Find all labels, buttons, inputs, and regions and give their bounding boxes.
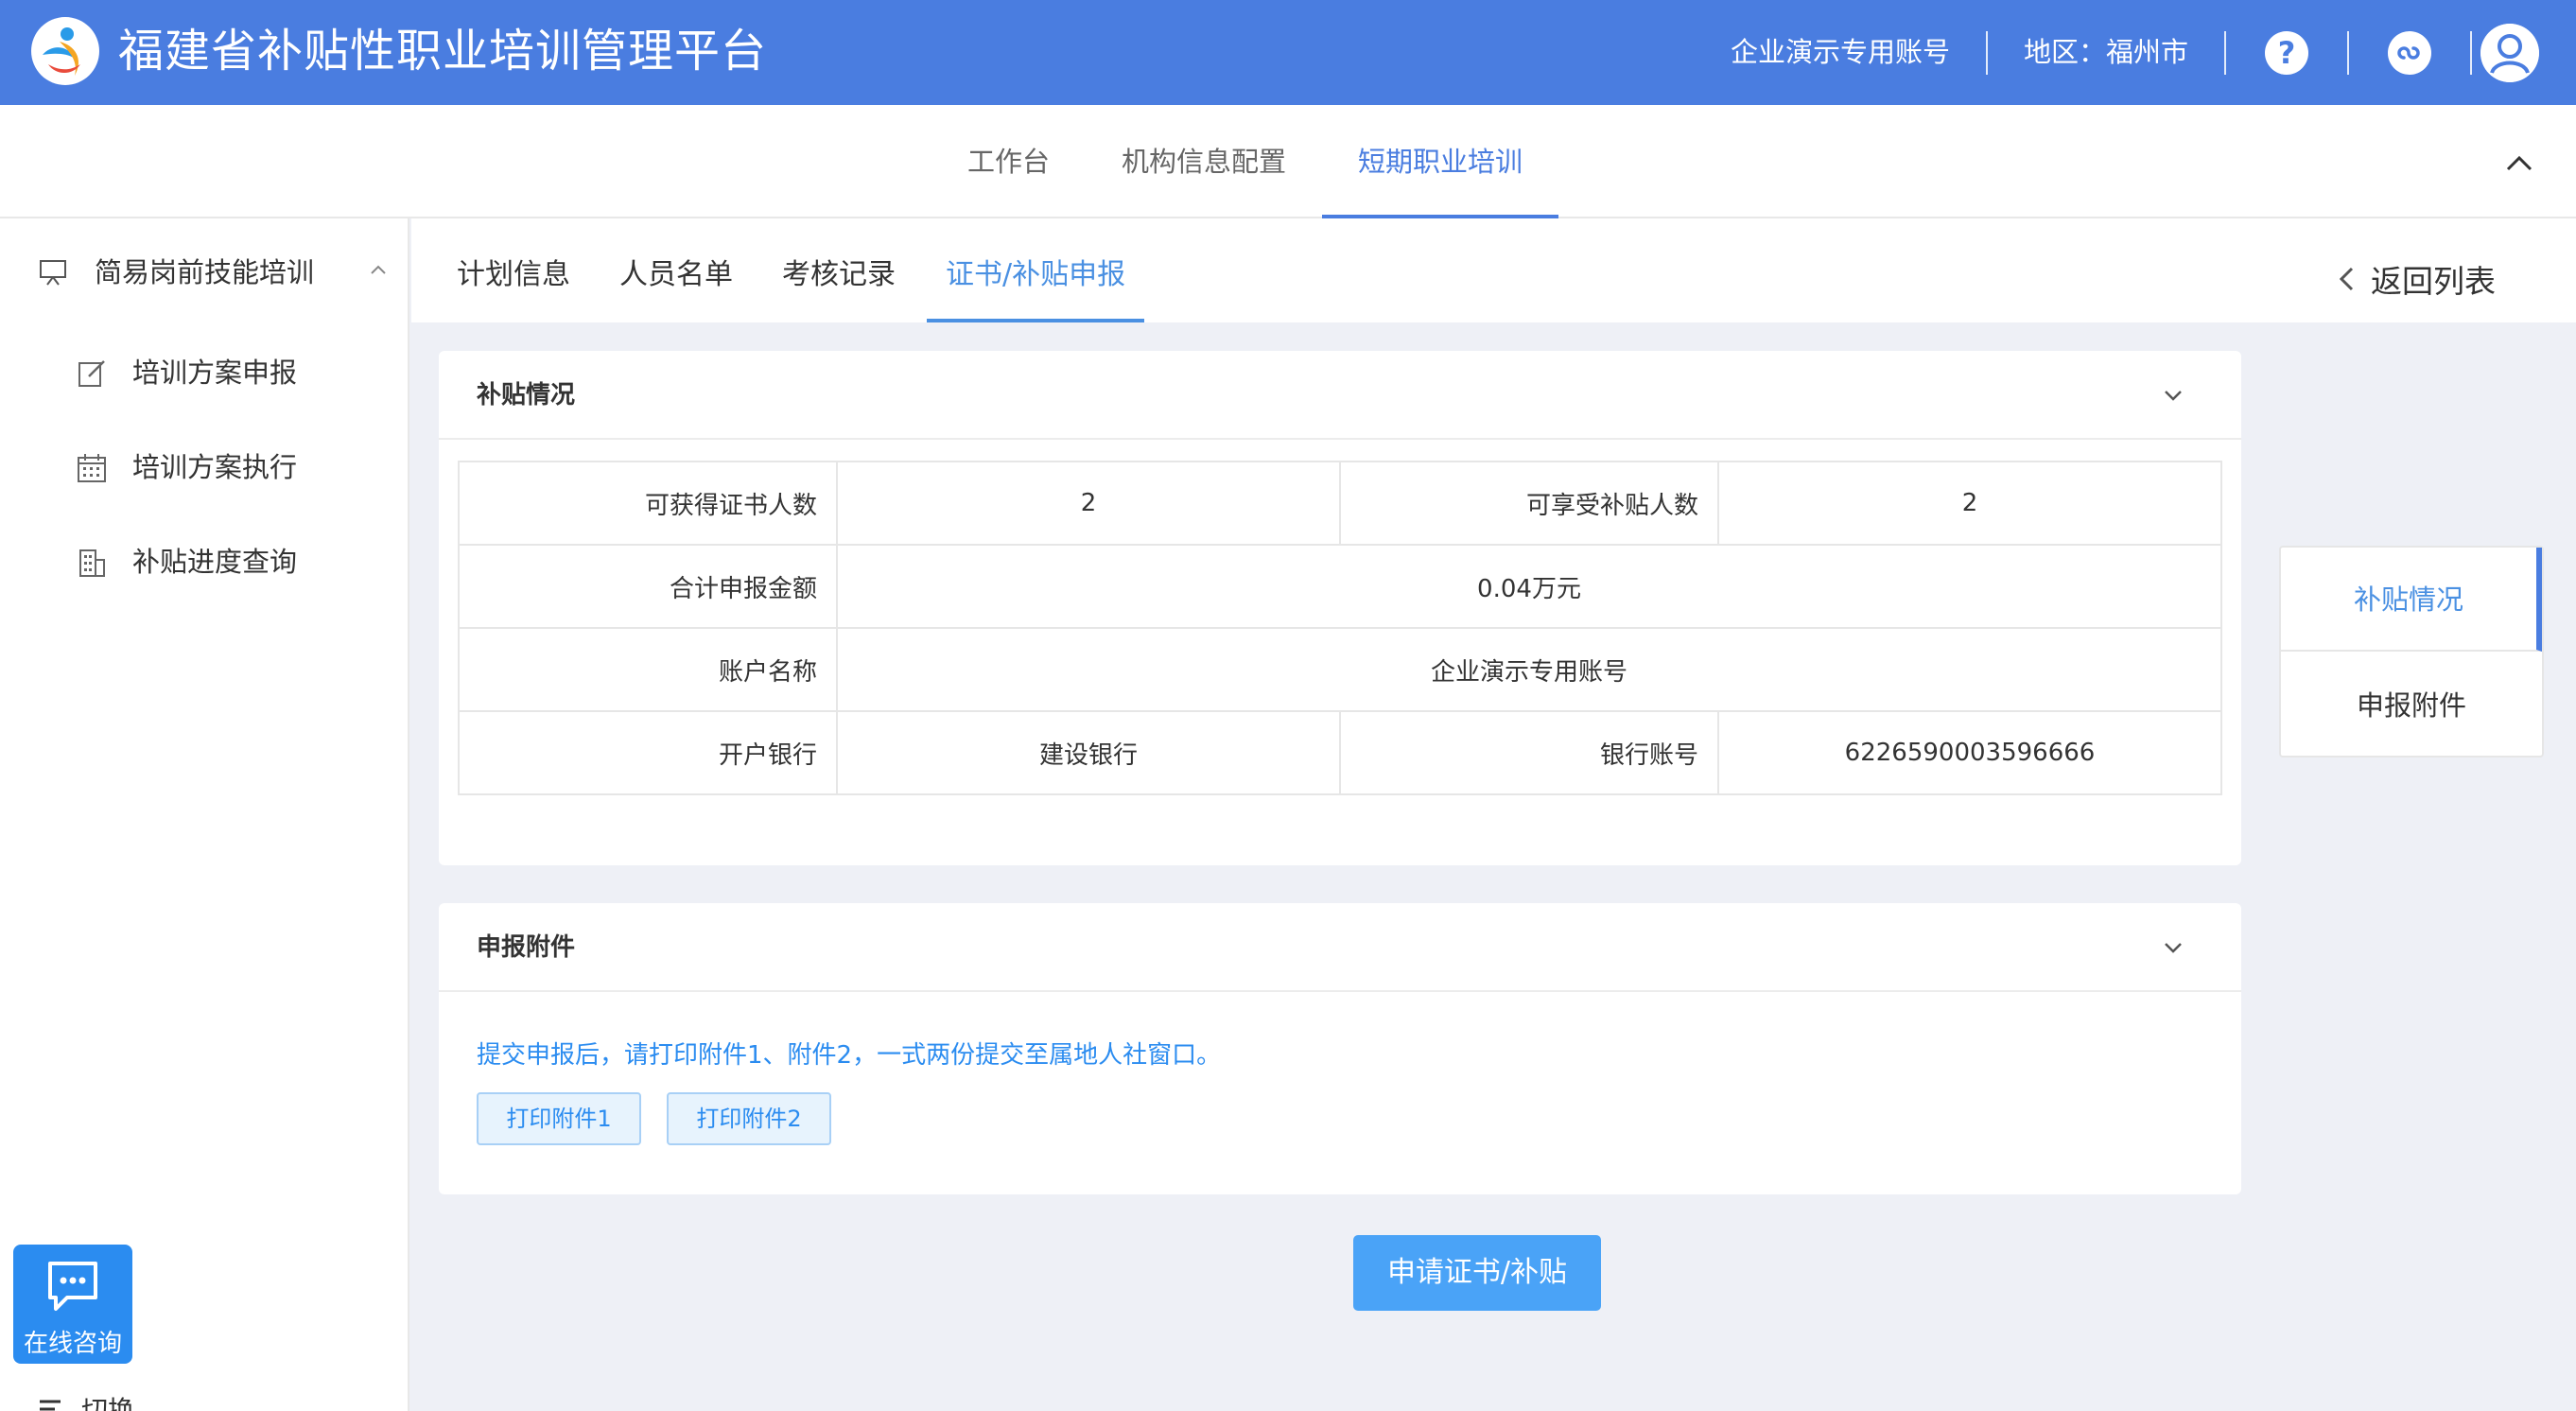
sidebar-item-plan-execute[interactable]: 培训方案执行 (0, 439, 409, 496)
account-name-label: 账户名称 (458, 627, 838, 712)
total-amount-value: 0.04万元 (836, 544, 2222, 629)
chat-bubble-icon (48, 1262, 97, 1311)
switch-button[interactable]: 切换 (38, 1390, 134, 1411)
question-icon: ? (2265, 30, 2308, 75)
anchor-nav: 补贴情况 申报附件 (2279, 546, 2544, 758)
sidebar-item-label: 培训方案执行 (132, 451, 298, 483)
menu-icon (40, 1400, 61, 1411)
bank-account-label: 银行账号 (1339, 710, 1719, 795)
sidebar-group-simple-training[interactable]: 简易岗前技能培训 (0, 243, 409, 298)
subsidy-count-value: 2 (1717, 461, 2222, 546)
print-attachment-2-button[interactable]: 打印附件2 (667, 1092, 831, 1145)
user-menu[interactable] (2472, 0, 2576, 105)
bank-label: 开户银行 (458, 710, 838, 795)
tab-personnel-list[interactable]: 人员名单 (619, 218, 733, 322)
chevron-up-icon (371, 265, 386, 274)
cert-count-value: 2 (836, 461, 1341, 546)
sidebar-group-label: 简易岗前技能培训 (95, 256, 315, 288)
print-attachment-1-button[interactable]: 打印附件1 (477, 1092, 641, 1145)
account-name-value: 企业演示专用账号 (836, 627, 2222, 712)
online-consult-button[interactable]: 在线咨询 (13, 1245, 132, 1364)
online-consult-label: 在线咨询 (23, 1330, 122, 1358)
edit-icon (78, 360, 105, 387)
subsidy-card: 补贴情况 可获得证书人数 2 可享受补贴人数 2 合计申报金额 0.04万元 账… (439, 351, 2241, 865)
calendar-icon (78, 454, 106, 482)
subsidy-card-header[interactable]: 补贴情况 (439, 351, 2241, 440)
main-nav-tabs: 工作台 机构信息配置 短期职业培训 (931, 105, 1559, 218)
sidebar: 简易岗前技能培训 培训方案申报 培训方案执行 补贴进度查询 在线咨询 切换 (0, 218, 409, 1411)
cert-count-label: 可获得证书人数 (458, 461, 838, 546)
chevron-up-icon[interactable] (2500, 145, 2538, 183)
tab-certificate-subsidy[interactable]: 证书/补贴申报 (926, 218, 1145, 322)
anchor-attachments[interactable]: 申报附件 (2281, 653, 2542, 758)
tab-plan-info[interactable]: 计划信息 (457, 218, 570, 322)
attachments-card-title: 申报附件 (477, 933, 576, 962)
mini-program-button[interactable] (2349, 0, 2470, 105)
header-right: 企业演示专用账号 地区：福州市 ? (1695, 0, 2576, 105)
sidebar-item-plan-apply[interactable]: 培训方案申报 (0, 344, 409, 401)
bank-account-value: 6226590003596666 (1717, 710, 2222, 795)
table-row: 开户银行 建设银行 银行账号 6226590003596666 (458, 710, 2222, 795)
chevron-down-icon[interactable] (2160, 934, 2186, 961)
tab-workbench[interactable]: 工作台 (931, 105, 1086, 218)
tab-org-config[interactable]: 机构信息配置 (1086, 105, 1322, 218)
tab-assessment-records[interactable]: 考核记录 (782, 218, 896, 322)
attachments-card-header[interactable]: 申报附件 (439, 903, 2241, 992)
subsidy-table: 可获得证书人数 2 可享受补贴人数 2 合计申报金额 0.04万元 账户名称 企… (458, 461, 2222, 795)
top-header: 福建省补贴性职业培训管理平台 企业演示专用账号 地区：福州市 ? (0, 0, 2576, 105)
presentation-board-icon (40, 260, 66, 286)
mini-program-icon (2388, 30, 2431, 75)
apply-certificate-subsidy-button[interactable]: 申请证书/补贴 (1353, 1235, 1601, 1311)
table-row: 合计申报金额 0.04万元 (458, 544, 2222, 629)
region-label[interactable]: 地区：福州市 (1988, 0, 2224, 105)
tab-short-term-training[interactable]: 短期职业培训 (1322, 105, 1559, 218)
sidebar-item-label: 补贴进度查询 (132, 546, 298, 578)
chevron-left-icon (2339, 267, 2354, 291)
bank-value: 建设银行 (836, 710, 1341, 795)
total-amount-label: 合计申报金额 (458, 544, 838, 629)
chevron-down-icon[interactable] (2160, 382, 2186, 409)
subsidy-card-title: 补贴情况 (477, 381, 576, 409)
app-title: 福建省补贴性职业培训管理平台 (118, 25, 768, 78)
table-row: 可获得证书人数 2 可享受补贴人数 2 (458, 461, 2222, 546)
account-name[interactable]: 企业演示专用账号 (1695, 0, 1986, 105)
attachments-card: 申报附件 提交申报后，请打印附件1、附件2，一式两份提交至属地人社窗口。 打印附… (439, 903, 2241, 1194)
table-row: 账户名称 企业演示专用账号 (458, 627, 2222, 712)
attachments-notice: 提交申报后，请打印附件1、附件2，一式两份提交至属地人社窗口。 (477, 1041, 1222, 1070)
building-icon (79, 549, 105, 577)
main-nav: 工作台 机构信息配置 短期职业培训 (0, 105, 2576, 218)
subsidy-count-label: 可享受补贴人数 (1339, 461, 1719, 546)
sidebar-item-label: 培训方案申报 (132, 357, 298, 389)
back-to-list-link[interactable]: 返回列表 (2337, 256, 2496, 302)
sub-tabs: 计划信息 人员名单 考核记录 证书/补贴申报 返回列表 (411, 218, 2576, 322)
user-avatar-icon (2480, 23, 2539, 82)
anchor-subsidy[interactable]: 补贴情况 (2281, 548, 2542, 652)
back-label: 返回列表 (2371, 263, 2496, 300)
sidebar-item-subsidy-progress[interactable]: 补贴进度查询 (0, 533, 409, 590)
help-button[interactable]: ? (2226, 0, 2347, 105)
platform-logo (31, 17, 99, 85)
switch-label: 切换 (81, 1395, 135, 1411)
